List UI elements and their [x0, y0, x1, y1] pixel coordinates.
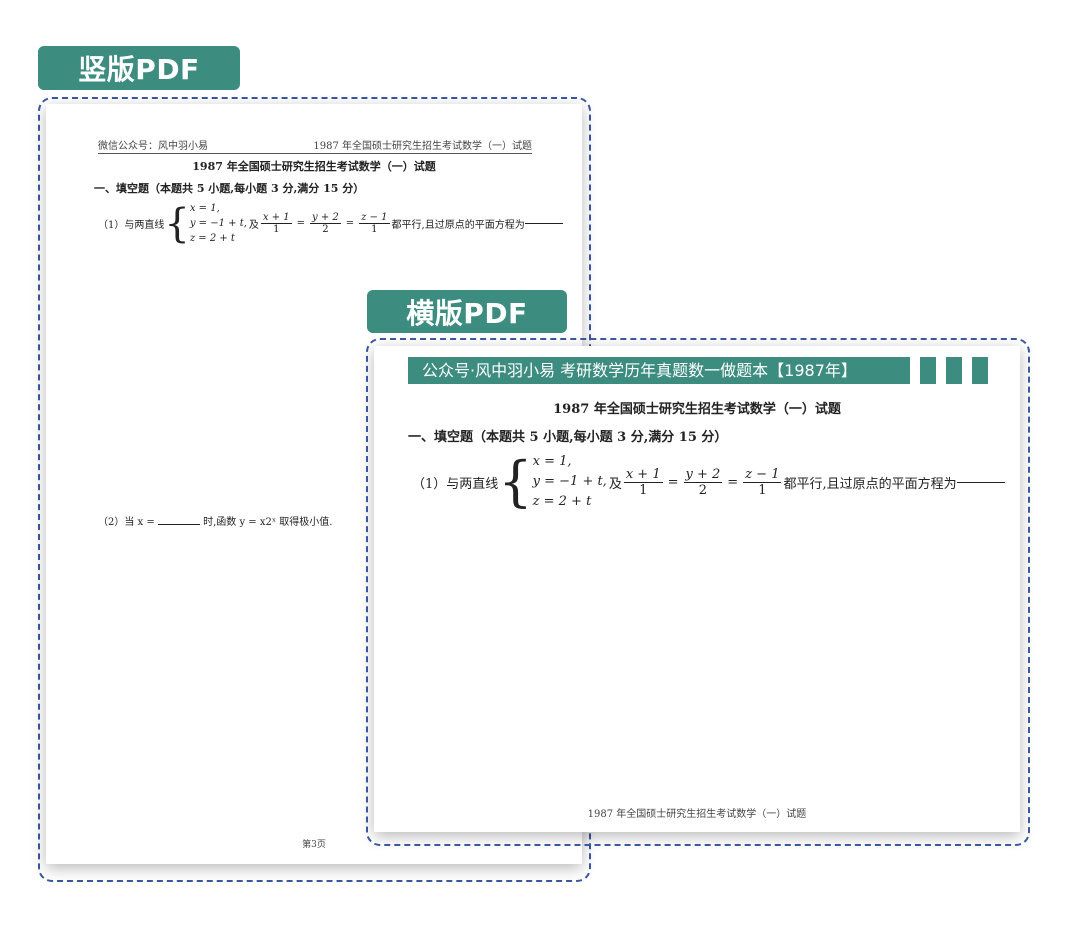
- q2-prefix: （2）当 x =: [98, 517, 155, 528]
- fraction-3: z − 11: [359, 212, 390, 235]
- q2-suffix: 时,函数 y = x2ˣ 取得极小值.: [203, 517, 333, 528]
- fraction-2: y + 22: [310, 212, 341, 235]
- fraction-1: x + 11: [260, 212, 292, 235]
- q1-prefix: （1）与两直线: [98, 220, 165, 231]
- portrait-label: 竖版PDF: [38, 46, 240, 90]
- portrait-header: 微信公众号：风中羽小易 1987 年全国硕士研究生招生考试数学（一）试题: [98, 137, 532, 154]
- brace-icon: {: [164, 200, 190, 247]
- equation-system: { x = 1, y = −1 + t, z = 2 + t: [164, 201, 247, 246]
- portrait-header-left: 微信公众号：风中羽小易: [98, 141, 208, 152]
- system-line-3: z = 2 + t: [189, 233, 235, 244]
- mid-text: 及: [248, 220, 259, 231]
- landscape-label: 横版PDF: [367, 290, 567, 333]
- portrait-section-heading: 一、填空题（本题共 5 小题,每小题 3 分,满分 15 分）: [94, 182, 365, 195]
- system-line-2: y = −1 + t,: [189, 218, 247, 229]
- portrait-title: 1987 年全国硕士研究生招生考试数学（一）试题: [192, 160, 436, 173]
- answer-blank: [157, 524, 200, 525]
- landscape-frame: [366, 338, 1030, 846]
- system-line-1: x = 1,: [189, 203, 220, 214]
- answer-blank: [524, 223, 563, 224]
- portrait-header-right: 1987 年全国硕士研究生招生考试数学（一）试题: [313, 141, 532, 152]
- portrait-question-1: （1）与两直线 { x = 1, y = −1 + t, z = 2 + t 及…: [98, 201, 563, 246]
- q1-suffix: 都平行,且过原点的平面方程为: [391, 220, 525, 231]
- portrait-question-2: （2）当 x = 时,函数 y = x2ˣ 取得极小值.: [98, 513, 332, 528]
